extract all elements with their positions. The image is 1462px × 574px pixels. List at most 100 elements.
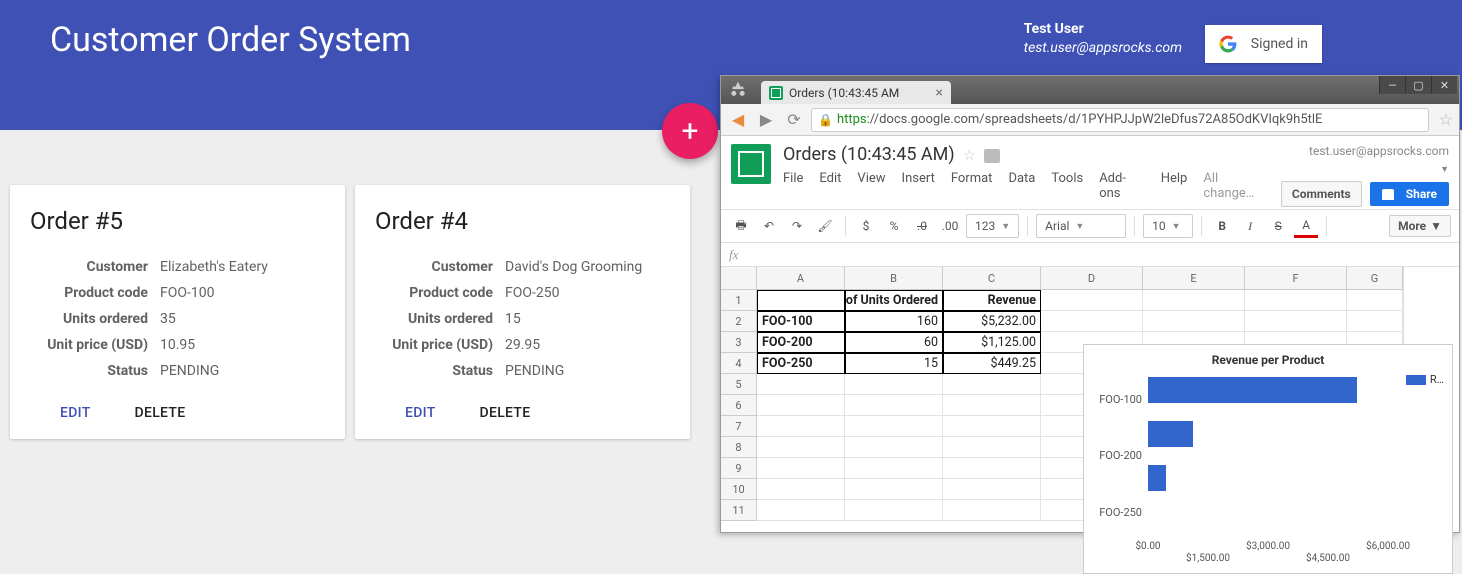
- account-email[interactable]: test.user@appsrocks.com: [1309, 144, 1449, 158]
- strike-button[interactable]: S: [1266, 214, 1290, 238]
- browser-tab[interactable]: Orders (10:43:45 AM ×: [761, 81, 951, 104]
- row-header[interactable]: 7: [721, 416, 757, 437]
- cell-G1[interactable]: [1347, 290, 1403, 311]
- cell-C5[interactable]: [943, 374, 1041, 395]
- paint-format-icon[interactable]: 🖌: [813, 214, 837, 238]
- nav-forward-icon[interactable]: ▶: [755, 109, 777, 131]
- cell-B5[interactable]: [845, 374, 943, 395]
- cell-F1[interactable]: [1245, 290, 1347, 311]
- cell-D1[interactable]: [1041, 290, 1143, 311]
- format-percent[interactable]: %: [882, 214, 906, 238]
- cell-A3[interactable]: FOO-200: [757, 332, 845, 353]
- menu-view[interactable]: View: [857, 171, 885, 201]
- tab-close-icon[interactable]: ×: [936, 85, 943, 101]
- window-close-button[interactable]: ✕: [1431, 76, 1457, 94]
- browser-titlebar[interactable]: Orders (10:43:45 AM × — ▢ ✕: [721, 76, 1459, 104]
- delete-button[interactable]: DELETE: [480, 405, 531, 421]
- row-header[interactable]: 4: [721, 353, 757, 374]
- text-color-button[interactable]: A: [1294, 214, 1318, 238]
- comments-button[interactable]: Comments: [1281, 181, 1362, 207]
- cell-B11[interactable]: [845, 500, 943, 521]
- col-E[interactable]: E: [1143, 267, 1245, 290]
- doc-folder-icon[interactable]: [984, 149, 1000, 163]
- row-header[interactable]: 1: [721, 290, 757, 311]
- window-minimize-button[interactable]: —: [1379, 76, 1405, 94]
- row-header[interactable]: 11: [721, 500, 757, 521]
- add-order-fab[interactable]: +: [662, 103, 718, 159]
- cell-A2[interactable]: FOO-100: [757, 311, 845, 332]
- sheets-logo-icon[interactable]: [731, 144, 771, 184]
- cell-B8[interactable]: [845, 437, 943, 458]
- row-header[interactable]: 6: [721, 395, 757, 416]
- edit-button[interactable]: EDIT: [60, 405, 91, 421]
- col-B[interactable]: B: [845, 267, 943, 290]
- col-A[interactable]: A: [757, 267, 845, 290]
- cell-C11[interactable]: [943, 500, 1041, 521]
- toolbar-more-button[interactable]: More▼: [1389, 215, 1451, 237]
- signin-chip[interactable]: Signed in: [1205, 25, 1322, 63]
- cell-A6[interactable]: [757, 395, 845, 416]
- cell-B9[interactable]: [845, 458, 943, 479]
- cell-A7[interactable]: [757, 416, 845, 437]
- cell-A1[interactable]: [757, 290, 845, 311]
- cell-C10[interactable]: [943, 479, 1041, 500]
- cell-E1[interactable]: [1143, 290, 1245, 311]
- nav-back-icon[interactable]: ◀: [727, 109, 749, 131]
- row-header[interactable]: 3: [721, 332, 757, 353]
- cell-E2[interactable]: [1143, 311, 1245, 332]
- cell-B3[interactable]: 60: [845, 332, 943, 353]
- row-header[interactable]: 2: [721, 311, 757, 332]
- font-family-select[interactable]: Arial▼: [1036, 214, 1126, 238]
- increase-decimal[interactable]: .00: [938, 214, 962, 238]
- font-size-select[interactable]: 10▼: [1143, 214, 1193, 238]
- cell-B6[interactable]: [845, 395, 943, 416]
- cell-C8[interactable]: [943, 437, 1041, 458]
- menu-format[interactable]: Format: [951, 171, 993, 201]
- cell-C6[interactable]: [943, 395, 1041, 416]
- bookmark-star-icon[interactable]: ☆: [1439, 110, 1453, 129]
- cell-C3[interactable]: $1,125.00: [943, 332, 1041, 353]
- nav-reload-icon[interactable]: ⟳: [783, 109, 805, 131]
- row-header[interactable]: 9: [721, 458, 757, 479]
- row-header[interactable]: 5: [721, 374, 757, 395]
- menu-tools[interactable]: Tools: [1051, 171, 1083, 201]
- cell-C1[interactable]: Revenue: [943, 290, 1041, 311]
- col-C[interactable]: C: [943, 267, 1041, 290]
- cell-C9[interactable]: [943, 458, 1041, 479]
- col-F[interactable]: F: [1245, 267, 1347, 290]
- decrease-decimal[interactable]: .0: [910, 214, 934, 238]
- bold-button[interactable]: B: [1210, 214, 1234, 238]
- cell-C7[interactable]: [943, 416, 1041, 437]
- col-G[interactable]: G: [1347, 267, 1403, 290]
- format-currency[interactable]: $: [854, 214, 878, 238]
- cell-A9[interactable]: [757, 458, 845, 479]
- address-bar[interactable]: 🔒 https://docs.google.com/spreadsheets/d…: [811, 108, 1429, 132]
- col-D[interactable]: D: [1041, 267, 1143, 290]
- menu-help[interactable]: Help: [1161, 171, 1188, 201]
- cell-B2[interactable]: 160: [845, 311, 943, 332]
- cell-G2[interactable]: [1347, 311, 1403, 332]
- undo-icon[interactable]: ↶: [757, 214, 781, 238]
- row-header[interactable]: 10: [721, 479, 757, 500]
- share-button[interactable]: Share: [1370, 182, 1449, 206]
- doc-star-icon[interactable]: ☆: [963, 146, 976, 164]
- cell-C4[interactable]: $449.25: [943, 353, 1041, 374]
- row-header[interactable]: 8: [721, 437, 757, 458]
- cell-A4[interactable]: FOO-250: [757, 353, 845, 374]
- doc-title[interactable]: Orders (10:43:45 AM): [783, 144, 955, 165]
- menu-insert[interactable]: Insert: [902, 171, 935, 201]
- italic-button[interactable]: I: [1238, 214, 1262, 238]
- cell-F2[interactable]: [1245, 311, 1347, 332]
- edit-button[interactable]: EDIT: [405, 405, 436, 421]
- cell-D2[interactable]: [1041, 311, 1143, 332]
- delete-button[interactable]: DELETE: [135, 405, 186, 421]
- revenue-chart[interactable]: Revenue per Product R… FOO-100FOO-200FOO…: [1083, 344, 1453, 574]
- cell-C2[interactable]: $5,232.00: [943, 311, 1041, 332]
- number-format-select[interactable]: 123▼: [966, 214, 1019, 238]
- cell-B7[interactable]: [845, 416, 943, 437]
- menu-file[interactable]: File: [783, 171, 803, 201]
- cell-B4[interactable]: 15: [845, 353, 943, 374]
- print-icon[interactable]: 🖶: [729, 214, 753, 238]
- redo-icon[interactable]: ↷: [785, 214, 809, 238]
- menu-addons[interactable]: Add-ons: [1099, 171, 1145, 201]
